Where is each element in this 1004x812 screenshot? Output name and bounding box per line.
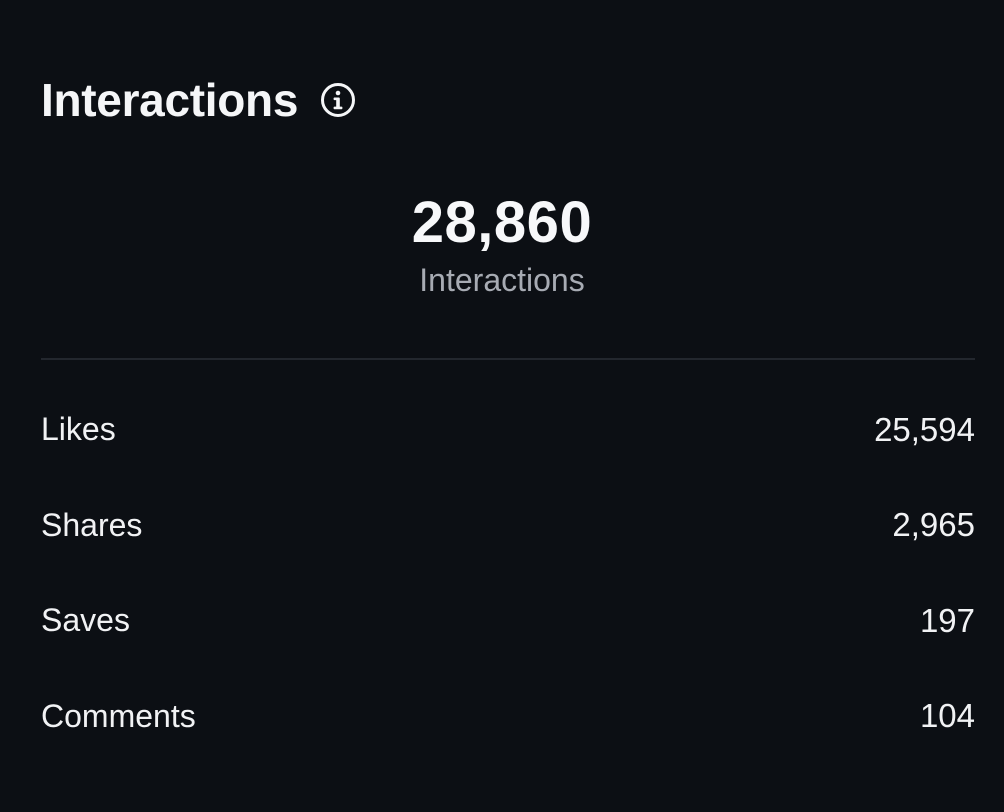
total-interactions-value: 28,860 [411,190,593,255]
divider [41,358,975,360]
section-header: Interactions [41,72,356,128]
metric-label: Comments [41,697,196,734]
total-interactions-label: Interactions [419,262,585,298]
section-title: Interactions [41,74,299,126]
info-icon[interactable] [320,82,356,118]
metric-row-likes: Likes 25,594 [41,382,975,478]
metric-label: Saves [41,602,130,639]
metrics-list: Likes 25,594 Shares 2,965 Saves 197 Comm… [41,382,975,764]
metric-value: 25,594 [874,410,975,448]
metric-value: 197 [919,601,975,639]
metric-value: 104 [919,697,975,735]
metric-value: 2,965 [892,506,975,544]
metric-label: Shares [41,506,143,543]
metric-row-comments: Comments 104 [41,669,975,765]
metric-label: Likes [41,411,116,448]
total-summary: 28,860 Interactions [0,188,1004,300]
metric-row-saves: Saves 197 [41,573,975,669]
metric-row-shares: Shares 2,965 [41,478,975,574]
